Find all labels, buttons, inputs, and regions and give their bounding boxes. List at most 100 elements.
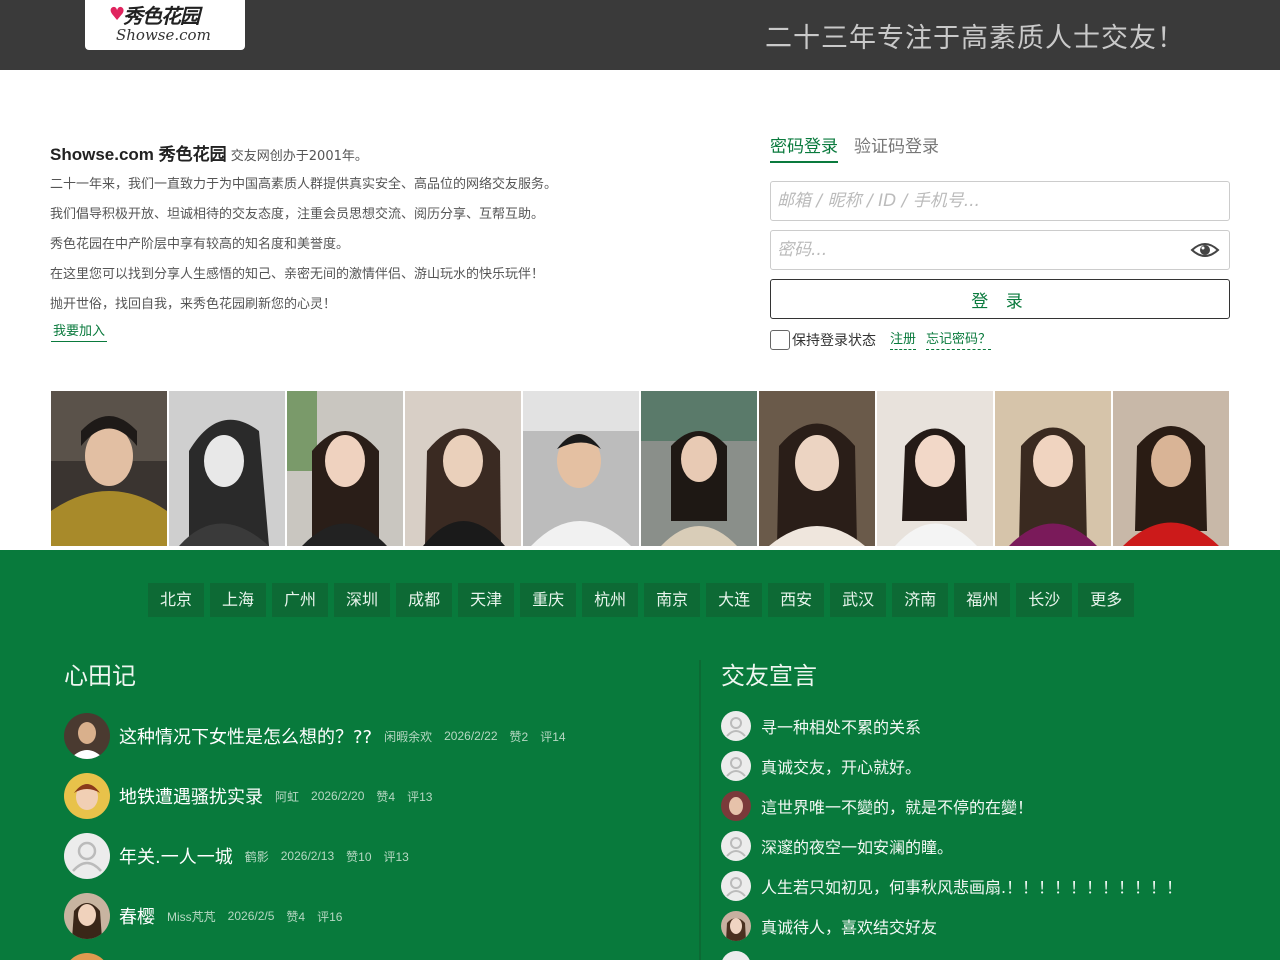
declaration-text[interactable]: 真诚交友，开心就好。 bbox=[761, 754, 921, 778]
city-more-link[interactable]: 更多 bbox=[1078, 583, 1135, 617]
city-link[interactable]: 成都 bbox=[396, 583, 453, 617]
diary-title: 心田记 bbox=[64, 662, 136, 690]
diary-item-author[interactable]: 鹤影 bbox=[245, 848, 269, 865]
city-link[interactable]: 北京 bbox=[148, 583, 205, 617]
diary-item-author[interactable]: 闲暇余欢 bbox=[384, 728, 432, 745]
logo-en-text: Showse.com bbox=[116, 26, 211, 44]
default-avatar-icon[interactable] bbox=[64, 833, 110, 879]
declaration-item[interactable]: 寻一种相处不累的关系 bbox=[721, 706, 1241, 746]
city-link[interactable]: 杭州 bbox=[582, 583, 639, 617]
tab-code-login[interactable]: 验证码登录 bbox=[854, 134, 939, 164]
declaration-text[interactable]: 深邃的夜空一如安澜的瞳。 bbox=[761, 834, 953, 858]
member-photo[interactable] bbox=[169, 391, 285, 546]
login-panel: 密码登录 验证码登录 登 录 保持登录状态 注册 忘记密码？ bbox=[770, 134, 1230, 350]
default-avatar-icon[interactable] bbox=[721, 951, 751, 960]
diary-item-title[interactable]: 年关.一人一城 bbox=[119, 843, 233, 869]
city-link[interactable]: 广州 bbox=[272, 583, 329, 617]
default-avatar-icon[interactable] bbox=[721, 711, 751, 741]
city-link[interactable]: 大连 bbox=[706, 583, 763, 617]
diary-item-date: 2026/2/13 bbox=[280, 849, 335, 863]
city-link[interactable]: 西安 bbox=[768, 583, 825, 617]
diary-item-date: 2026/2/5 bbox=[227, 909, 275, 923]
register-link[interactable]: 注册 bbox=[890, 331, 917, 350]
account-field bbox=[770, 181, 1230, 221]
intro-title-bold: Showse.com 秀色花园 bbox=[50, 145, 227, 164]
avatar[interactable] bbox=[721, 791, 751, 821]
diary-item-date: 2026/2/22 bbox=[444, 729, 498, 743]
member-photo[interactable] bbox=[523, 391, 639, 546]
diary-item-likes: 赞4 bbox=[286, 909, 306, 924]
diary-item-comments: 评14 bbox=[540, 729, 566, 744]
declaration-item[interactable]: 人生若只如初见，何事秋风悲画扇.！！！！！！！！！！！ bbox=[721, 866, 1241, 906]
diary-item-partial bbox=[64, 946, 664, 960]
intro-line: 在这里您可以找到分享人生感悟的知己、亲密无间的激情伴侣、游山玩水的快乐玩伴！ bbox=[50, 267, 545, 282]
city-link[interactable]: 深圳 bbox=[334, 583, 391, 617]
diary-item-author[interactable]: 阿虹 bbox=[275, 788, 299, 805]
remember-checkbox[interactable] bbox=[770, 330, 790, 350]
diary-column: 心田记 这种情况下女性是怎么想的？?? 闲暇余欢 2026/2/22 赞2 评1… bbox=[64, 660, 664, 960]
declaration-text[interactable]: 這世界唯一不變的，就是不停的在變！ bbox=[761, 794, 1033, 818]
city-link[interactable]: 济南 bbox=[892, 583, 949, 617]
diary-item-likes: 赞2 bbox=[509, 729, 529, 744]
password-input[interactable] bbox=[771, 231, 1229, 269]
diary-item[interactable]: 地铁遭遇骚扰实录 阿虹 2026/2/20 赞4 评13 bbox=[64, 766, 664, 826]
diary-item-title[interactable]: 地铁遭遇骚扰实录 bbox=[119, 783, 263, 809]
avatar[interactable] bbox=[721, 911, 751, 941]
intro-line: 我们倡导积极开放、坦诚相待的交友态度，注重会员思想交流、阅历分享、互帮互助。 bbox=[50, 207, 545, 222]
diary-item[interactable]: 这种情况下女性是怎么想的？?? 闲暇余欢 2026/2/22 赞2 评14 bbox=[64, 706, 664, 766]
diary-item-comments: 评13 bbox=[407, 789, 433, 804]
avatar[interactable] bbox=[64, 713, 110, 759]
city-link[interactable]: 天津 bbox=[458, 583, 515, 617]
declaration-title: 交友宣言 bbox=[721, 662, 817, 690]
intro-title: Showse.com 秀色花园 交友网创办于2001年。 bbox=[50, 142, 710, 170]
site-logo[interactable]: ♥ 秀色花园 Showse.com bbox=[85, 0, 245, 50]
intro-line: 抛开世俗，找回自我，来秀色花园刷新您的心灵！ bbox=[50, 297, 337, 312]
member-photo[interactable] bbox=[1113, 391, 1229, 546]
declaration-text[interactable]: 真诚待人，喜欢结交好友 bbox=[761, 914, 937, 938]
diary-item-title[interactable]: 这种情况下女性是怎么想的？?? bbox=[119, 723, 372, 749]
diary-item-likes: 赞4 bbox=[376, 789, 396, 804]
diary-item-author[interactable]: Miss芃芃 bbox=[167, 908, 216, 925]
member-photo[interactable] bbox=[877, 391, 993, 546]
declaration-item-partial bbox=[721, 946, 1241, 960]
login-options: 保持登录状态 注册 忘记密码？ bbox=[770, 330, 1230, 350]
city-link[interactable]: 南京 bbox=[644, 583, 701, 617]
diary-item[interactable]: 年关.一人一城 鹤影 2026/2/13 赞10 评13 bbox=[64, 826, 664, 886]
city-link[interactable]: 长沙 bbox=[1016, 583, 1073, 617]
declaration-item[interactable]: 真诚交友，开心就好。 bbox=[721, 746, 1241, 786]
member-photo[interactable] bbox=[759, 391, 875, 546]
member-photo[interactable] bbox=[287, 391, 403, 546]
avatar[interactable] bbox=[64, 893, 110, 939]
city-link[interactable]: 武汉 bbox=[830, 583, 887, 617]
declaration-text[interactable]: 人生若只如初见，何事秋风悲画扇.！！！！！！！！！！！ bbox=[761, 874, 1182, 898]
city-link[interactable]: 上海 bbox=[210, 583, 267, 617]
city-nav: 北京 上海 广州 深圳 成都 天津 重庆 杭州 南京 大连 西安 武汉 济南 福… bbox=[148, 583, 1135, 617]
account-input[interactable] bbox=[771, 182, 1229, 220]
show-password-eye-icon[interactable] bbox=[1190, 240, 1220, 260]
avatar[interactable] bbox=[64, 773, 110, 819]
declaration-text[interactable]: 寻一种相处不累的关系 bbox=[761, 714, 921, 738]
login-button[interactable]: 登 录 bbox=[770, 279, 1230, 319]
default-avatar-icon[interactable] bbox=[721, 751, 751, 781]
forgot-password-link[interactable]: 忘记密码？ bbox=[926, 331, 992, 350]
avatar[interactable] bbox=[64, 953, 110, 960]
login-tabs: 密码登录 验证码登录 bbox=[770, 134, 1230, 164]
declaration-item[interactable]: 這世界唯一不變的，就是不停的在變！ bbox=[721, 786, 1241, 826]
diary-item-title[interactable]: 春樱 bbox=[119, 903, 155, 929]
diary-item[interactable]: 春樱 Miss芃芃 2026/2/5 赞4 评16 bbox=[64, 886, 664, 946]
diary-item-date: 2026/2/20 bbox=[311, 789, 365, 803]
member-photo[interactable] bbox=[405, 391, 521, 546]
tab-password-login[interactable]: 密码登录 bbox=[770, 134, 838, 163]
member-photo[interactable] bbox=[995, 391, 1111, 546]
declaration-item[interactable]: 真诚待人，喜欢结交好友 bbox=[721, 906, 1241, 946]
city-link[interactable]: 福州 bbox=[954, 583, 1011, 617]
default-avatar-icon[interactable] bbox=[721, 831, 751, 861]
city-link[interactable]: 重庆 bbox=[520, 583, 577, 617]
intro-line: 秀色花园在中产阶层中享有较高的知名度和美誉度。 bbox=[50, 237, 350, 252]
diary-item-comments: 评16 bbox=[317, 909, 343, 924]
default-avatar-icon[interactable] bbox=[721, 871, 751, 901]
join-link[interactable]: 我要加入 bbox=[51, 323, 108, 342]
declaration-item[interactable]: 深邃的夜空一如安澜的瞳。 bbox=[721, 826, 1241, 866]
member-photo[interactable] bbox=[51, 391, 167, 546]
member-photo[interactable] bbox=[641, 391, 757, 546]
